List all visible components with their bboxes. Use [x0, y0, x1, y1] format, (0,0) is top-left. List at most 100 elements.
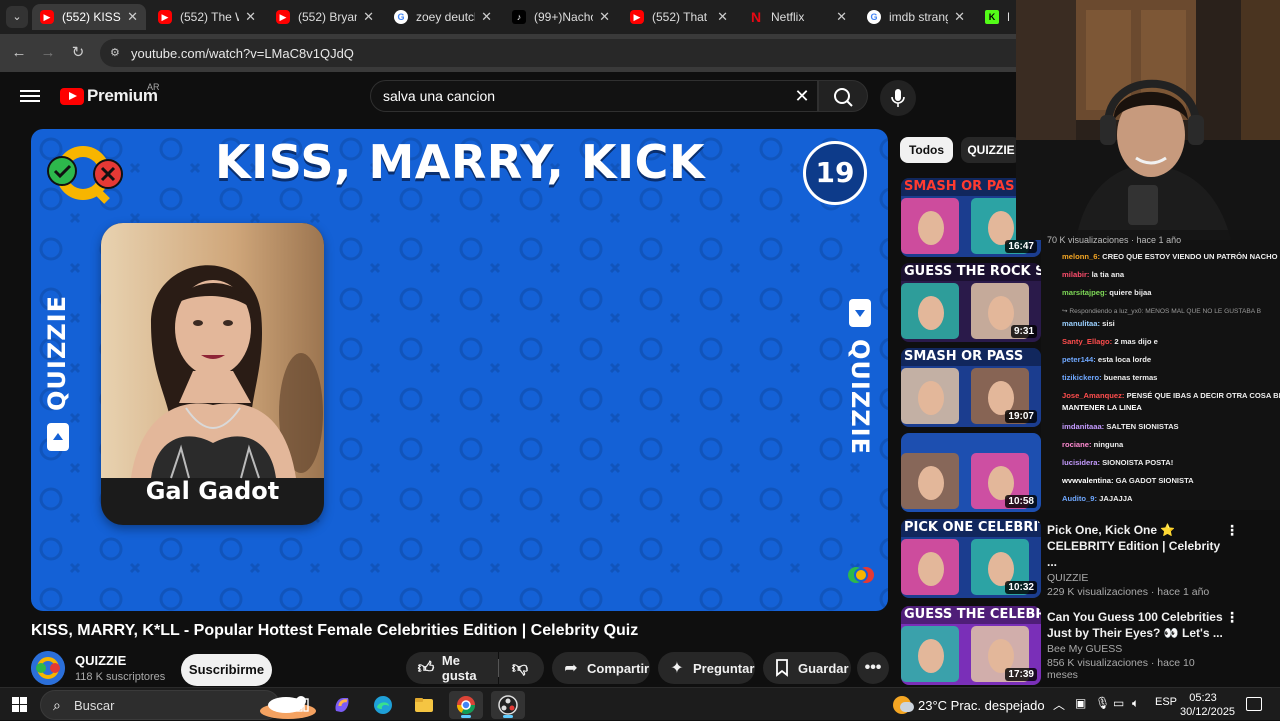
related-video-meta[interactable]: Pick One, Kick One ⭐ CELEBRITY Edition |…: [1047, 522, 1227, 598]
browser-tab[interactable]: Gzoey deutch ✕: [386, 4, 500, 30]
back-icon[interactable]: ←: [8, 42, 30, 64]
search-button[interactable]: [818, 80, 868, 112]
browser-tab[interactable]: K Bo: [977, 4, 1017, 30]
tab-search-dropdown[interactable]: ⌄: [6, 6, 28, 28]
more-options-icon[interactable]: ⋮: [1225, 522, 1239, 538]
close-tab-icon[interactable]: ✕: [954, 9, 965, 25]
chat-username[interactable]: Santy_Ellago:: [1062, 337, 1112, 346]
close-tab-icon[interactable]: ✕: [127, 9, 138, 25]
tray-network-icon[interactable]: ▭: [1113, 696, 1124, 710]
chat-text: PENSÉ QUE IBAS A DECIR OTRA COSA BI: [1126, 391, 1280, 401]
close-tab-icon[interactable]: ✕: [599, 9, 610, 25]
copilot-icon[interactable]: [325, 691, 359, 719]
clear-search-icon[interactable]: ✕: [792, 86, 812, 106]
browser-tab[interactable]: ▶ (552) Bryan A ✕: [268, 4, 382, 30]
browser-tab[interactable]: ▶ (552) That or ✕: [622, 4, 736, 30]
chat-username[interactable]: Jose_Amanquez:: [1062, 391, 1124, 400]
address-bar[interactable]: ⚙ youtube.com/watch?v=LMaC8v1QJdQ: [100, 39, 1016, 67]
channel-avatar[interactable]: [31, 651, 65, 685]
subscriber-count: 118 K suscriptores: [75, 671, 166, 683]
clock-date: 30/12/2025: [1180, 706, 1236, 718]
related-video-channel[interactable]: QUIZZIE: [1047, 572, 1227, 584]
file-explorer-icon[interactable]: [407, 691, 441, 719]
related-video-thumbnail[interactable]: SMASH OR PASS 19:07: [901, 348, 1041, 427]
chat-overlay: 70 K visualizaciones · hace 1 año melonn…: [1041, 230, 1280, 510]
obs-icon[interactable]: [491, 691, 525, 719]
related-video-title[interactable]: Can You Guess 100 Celebrities Just by Th…: [1047, 609, 1227, 641]
ask-button[interactable]: ✦ Preguntar: [658, 652, 755, 684]
chat-message: melonn_6: CREO QUE ESTOY VIENDO UN PATRÓ…: [1062, 252, 1280, 261]
search-value[interactable]: salva una cancion: [383, 88, 495, 104]
chat-username[interactable]: imdanitaaa:: [1062, 422, 1104, 431]
tray-volume-icon[interactable]: 🔈︎: [1132, 696, 1139, 711]
reload-icon[interactable]: ↻: [67, 42, 89, 64]
tray-language[interactable]: ESP: [1155, 696, 1177, 708]
close-tab-icon[interactable]: ✕: [836, 9, 847, 25]
chat-username[interactable]: milabir:: [1062, 270, 1089, 279]
taskbar-search-box[interactable]: ⌕ Buscar: [40, 690, 316, 720]
chat-message: MANTENER LA LINEA: [1062, 403, 1280, 412]
browser-tab[interactable]: N Netflix ✕: [741, 4, 855, 30]
browser-tab[interactable]: Gimdb strange ✕: [859, 4, 973, 30]
voice-search-button[interactable]: [880, 80, 916, 116]
chat-username[interactable]: rociane:: [1062, 440, 1092, 449]
related-video-thumbnail[interactable]: GUESS THE ROCK SONG 9:31: [901, 263, 1041, 342]
hamburger-menu-icon[interactable]: [20, 87, 40, 107]
weather-widget[interactable]: 23°C Prac. despejado: [893, 696, 1045, 714]
related-video-meta[interactable]: Can You Guess 100 Celebrities Just by Th…: [1047, 609, 1227, 681]
related-video-title[interactable]: Pick One, Kick One ⭐ CELEBRITY Edition |…: [1047, 522, 1227, 570]
url-text[interactable]: youtube.com/watch?v=LMaC8v1QJdQ: [131, 46, 354, 61]
chip-quizzie[interactable]: QUIZZIE: [961, 137, 1021, 163]
chat-username[interactable]: wvwvalentina:: [1062, 476, 1113, 485]
browser-tab[interactable]: ♪ (99+)Nachoic ✕: [504, 4, 618, 30]
more-horiz-icon: •••: [864, 659, 882, 676]
browser-tab[interactable]: ▶ (552) The We ✕: [150, 4, 264, 30]
google-icon: G: [394, 10, 408, 24]
streamer-webcam-image: [1016, 0, 1280, 240]
tray-app-icon[interactable]: ▣: [1075, 696, 1086, 710]
chat-username[interactable]: lucisidera:: [1062, 458, 1100, 467]
related-video-thumbnail[interactable]: PICK ONE CELEBRITY 10:32: [901, 519, 1041, 598]
chip-all[interactable]: Todos: [900, 137, 953, 163]
microphone-icon: [891, 89, 905, 107]
related-video-thumbnail[interactable]: 10:58: [901, 433, 1041, 512]
side-brand-left: QUIZZIE: [43, 295, 71, 411]
taskbar-clock[interactable]: 05:23 30/12/2025: [1180, 691, 1236, 719]
related-video-channel[interactable]: Bee My GUESS: [1047, 643, 1227, 655]
more-actions-button[interactable]: •••: [857, 652, 889, 684]
chat-username[interactable]: peter144:: [1062, 355, 1096, 364]
dislike-button[interactable]: 👎︎: [499, 652, 544, 684]
close-tab-icon[interactable]: ✕: [245, 9, 256, 25]
forward-icon[interactable]: →: [37, 42, 59, 64]
search-input[interactable]: salva una cancion: [370, 80, 818, 112]
share-button[interactable]: ➦ Compartir: [552, 652, 650, 684]
youtube-icon: ▶: [630, 10, 644, 24]
tray-chevron-up-icon[interactable]: ︿: [1053, 696, 1065, 713]
chat-username[interactable]: tizikickero:: [1062, 373, 1102, 382]
related-video-thumbnail[interactable]: GUESS THE CELEBRITY 17:39: [901, 606, 1041, 685]
more-options-icon[interactable]: ⋮: [1225, 609, 1239, 625]
video-duration: 17:39: [1005, 668, 1037, 681]
channel-name[interactable]: QUIZZIE: [75, 653, 126, 668]
chat-username[interactable]: marsitajpeg:: [1062, 288, 1107, 297]
chat-username[interactable]: manulitaa:: [1062, 319, 1100, 328]
notifications-icon[interactable]: [1246, 697, 1262, 711]
edge-icon[interactable]: [366, 691, 400, 719]
browser-tab[interactable]: ▶ (552) KISS, M ✕: [32, 4, 146, 30]
windows-start-icon[interactable]: [12, 697, 27, 712]
task-view-icon[interactable]: [283, 691, 317, 719]
like-button[interactable]: 👍︎ Me gusta: [406, 652, 498, 684]
chrome-icon[interactable]: [449, 691, 483, 719]
close-tab-icon[interactable]: ✕: [481, 9, 492, 25]
close-tab-icon[interactable]: ✕: [363, 9, 374, 25]
tray-microphone-icon[interactable]: 🎙︎: [1095, 696, 1110, 710]
close-tab-icon[interactable]: ✕: [717, 9, 728, 25]
save-button[interactable]: Guardar: [763, 652, 851, 684]
chat-username[interactable]: Audito_9:: [1062, 494, 1097, 503]
site-info-icon[interactable]: ⚙: [110, 46, 124, 60]
tab-title: Bo: [1007, 10, 1009, 24]
tiktok-icon: ♪: [512, 10, 526, 24]
youtube-logo[interactable]: Premium AR: [60, 82, 160, 106]
chat-username[interactable]: melonn_6:: [1062, 252, 1100, 261]
subscribe-button[interactable]: Suscribirme: [181, 654, 272, 686]
